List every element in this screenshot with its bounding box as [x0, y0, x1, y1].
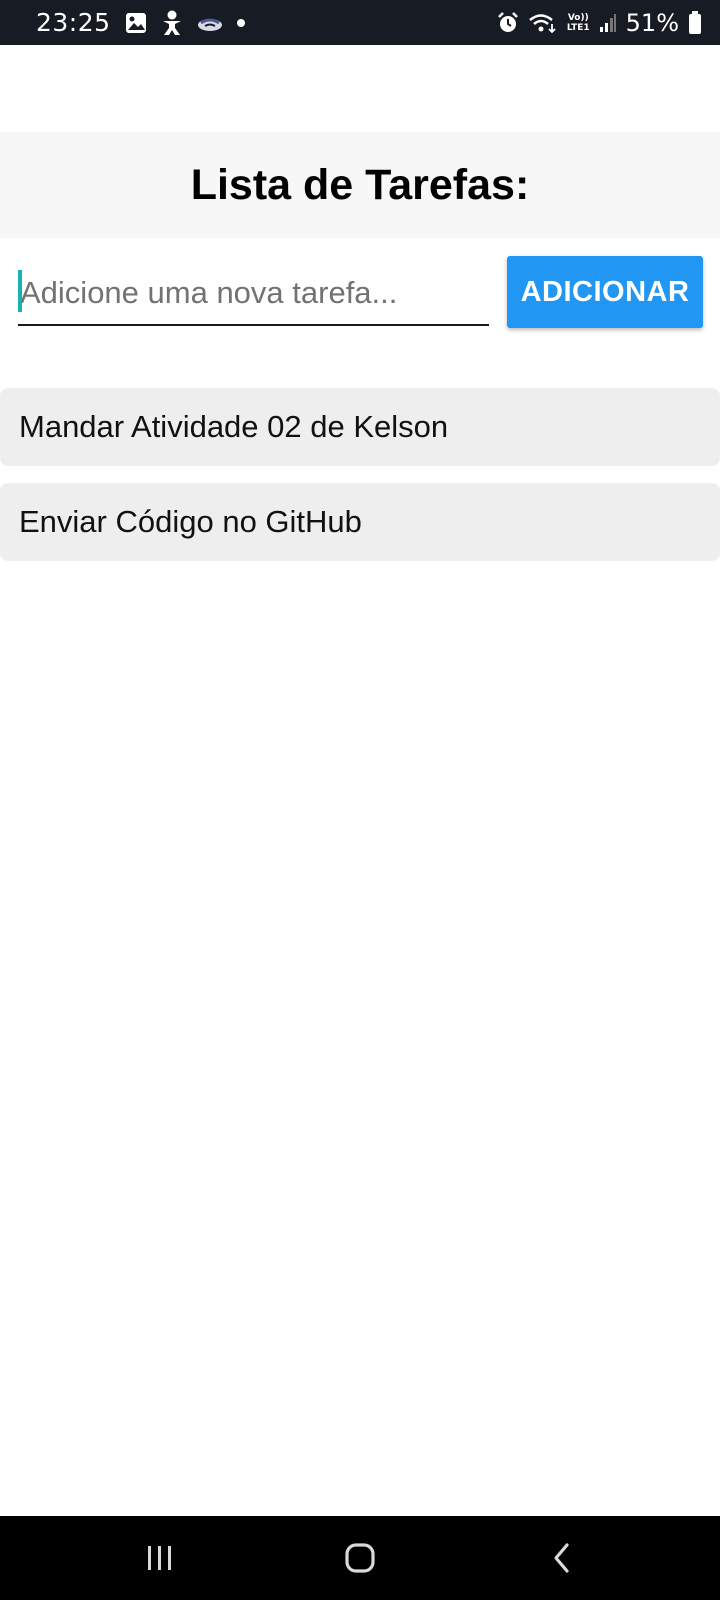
back-icon[interactable]	[532, 1534, 592, 1582]
volte-icon: Vo)) LTE1	[567, 13, 590, 33]
home-icon[interactable]	[330, 1534, 390, 1582]
notification-dot-icon	[236, 18, 245, 27]
status-bar: 23:25 Vo)) LTE1 51%	[0, 0, 720, 45]
app-header: Lista de Tarefas:	[0, 132, 720, 238]
page-title: Lista de Tarefas:	[190, 160, 530, 209]
volte-bottom-text: LTE1	[566, 22, 590, 33]
person-icon	[161, 10, 183, 36]
wifi-icon	[528, 12, 558, 34]
screen: 23:25 Vo)) LTE1 51% Lista de Tarefas: Ad…	[0, 0, 720, 1600]
signal-icon	[599, 13, 617, 33]
task-text: Enviar Código no GitHub	[19, 504, 362, 539]
image-icon	[125, 12, 147, 34]
handshake-icon	[197, 14, 223, 32]
status-right: Vo)) LTE1 51%	[497, 9, 702, 37]
navigation-bar	[0, 1516, 720, 1600]
add-task-button[interactable]: ADICIONAR	[507, 256, 703, 328]
task-item[interactable]: Mandar Atividade 02 de Kelson	[0, 388, 720, 466]
status-time: 23:25	[36, 8, 111, 37]
battery-percent: 51%	[625, 8, 679, 37]
recents-icon[interactable]	[130, 1534, 190, 1582]
alarm-icon	[497, 11, 519, 34]
text-cursor	[18, 270, 22, 312]
task-item[interactable]: Enviar Código no GitHub	[0, 483, 720, 561]
battery-icon	[688, 10, 702, 35]
task-text: Mandar Atividade 02 de Kelson	[19, 409, 449, 444]
volte-top-text: Vo))	[567, 12, 589, 23]
task-list: Mandar Atividade 02 de Kelson Enviar Cód…	[0, 388, 720, 578]
new-task-input[interactable]	[18, 262, 489, 326]
status-left: 23:25	[36, 8, 245, 37]
